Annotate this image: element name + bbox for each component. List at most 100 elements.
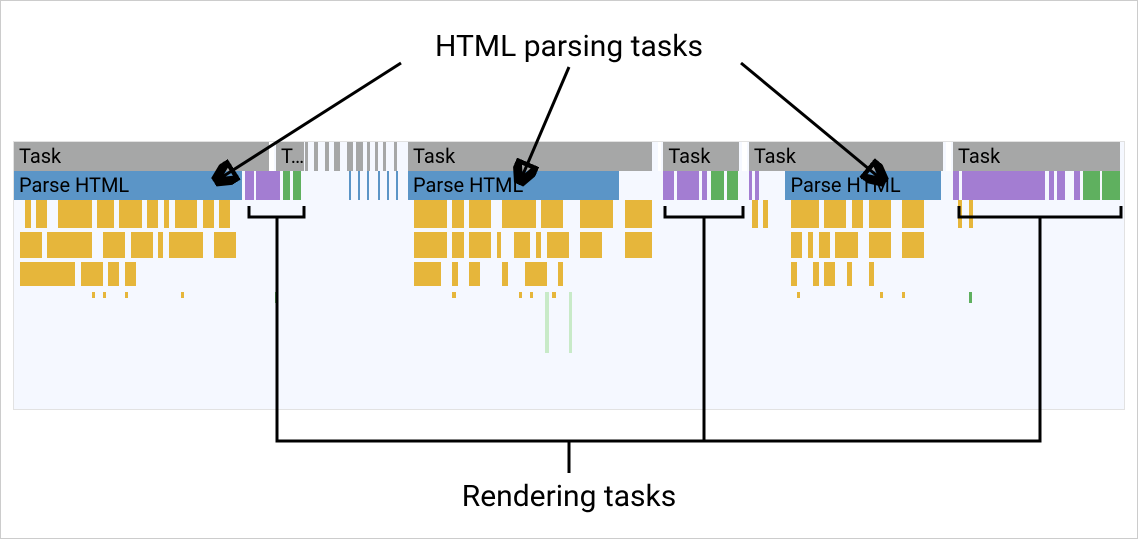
yellow-flame (81, 262, 103, 286)
flame-strip-1 (14, 200, 1124, 228)
task-cell (314, 142, 318, 171)
task-cell: Task (663, 142, 738, 171)
task-cell (375, 142, 378, 171)
yellow-flame (763, 200, 767, 228)
task-cell: Task (953, 142, 1120, 171)
yellow-flame (514, 232, 531, 258)
task-cell (367, 142, 370, 171)
green-cell (293, 171, 302, 200)
yellow-flame (469, 262, 480, 286)
cell-label: Task (754, 144, 796, 168)
yellow-flame (147, 232, 153, 258)
yellow-flame (791, 262, 797, 286)
green-cell (727, 171, 738, 200)
flame-strip-3 (14, 262, 1124, 286)
yellow-flame (469, 232, 491, 258)
purple-cell (702, 171, 706, 200)
task-cell (334, 142, 341, 171)
yellow-flame (158, 232, 162, 258)
yellow-flame (519, 292, 522, 298)
cell-label: Task (958, 144, 1000, 168)
purple-cell (245, 171, 254, 200)
parse-cell (387, 171, 389, 200)
yellow-flame (175, 200, 197, 228)
green-flame (275, 292, 278, 303)
purple-cell (256, 171, 280, 200)
cell-label: Parse HTML (413, 173, 523, 197)
task-row: Task T… Task Task Task Task (14, 142, 1124, 171)
top-label: HTML parsing tasks (435, 29, 703, 64)
purple-cell (1074, 171, 1080, 200)
task-cell (394, 142, 397, 171)
cell-label: Parse HTML (790, 173, 900, 197)
task-cell (305, 142, 308, 171)
task-cell (356, 142, 363, 171)
parse-cell (349, 171, 351, 200)
yellow-flame (169, 232, 202, 258)
green-cell (1083, 171, 1100, 200)
yellow-flame (880, 292, 883, 298)
yellow-flame (969, 200, 973, 228)
parse-cell (378, 171, 380, 200)
task-cell: Task (408, 142, 652, 171)
green-cell (283, 171, 291, 200)
yellow-flame (580, 232, 602, 258)
green-cell (1102, 171, 1120, 200)
yellow-flame (552, 292, 555, 298)
yellow-flame (752, 200, 758, 228)
yellow-flame (103, 292, 106, 298)
yellow-flame (530, 292, 533, 298)
yellow-flame (452, 232, 463, 258)
yellow-flame (824, 200, 846, 228)
yellow-flame (497, 232, 501, 258)
yellow-flame (92, 292, 95, 298)
parse-html-cell: Parse HTML (785, 171, 940, 200)
yellow-flame (869, 232, 891, 258)
yellow-flame (108, 262, 119, 286)
yellow-flame (580, 200, 613, 228)
yellow-flame (824, 262, 835, 286)
purple-cell (953, 171, 959, 200)
yellow-flame (20, 232, 42, 258)
sub-row: Parse HTMLParse HTMLParse HTML (14, 171, 1124, 200)
task-cell: Task (14, 142, 269, 171)
yellow-flame (452, 262, 458, 286)
yellow-flame (541, 200, 563, 228)
cell-label: T… (281, 144, 304, 168)
yellow-flame (902, 232, 924, 258)
t--cell: T… (276, 142, 304, 171)
yellow-flame (181, 292, 184, 298)
yellow-flame (97, 200, 114, 228)
flame-strip-2 (14, 232, 1124, 258)
purple-cell (962, 171, 1045, 200)
yellow-flame (119, 200, 141, 228)
parse-cell (367, 171, 369, 200)
purple-cell (755, 171, 758, 200)
task-cell (325, 142, 329, 171)
yellow-flame (147, 200, 158, 228)
flame-strip-4 (14, 292, 1124, 402)
yellow-flame (47, 232, 91, 258)
yellow-flame (20, 262, 76, 286)
white-cell (658, 142, 661, 171)
bottom-label: Rendering tasks (462, 479, 676, 514)
yellow-flame (797, 292, 800, 298)
cell-label: Task (413, 144, 455, 168)
yellow-flame (103, 232, 125, 258)
yellow-flame (869, 200, 891, 228)
green-cell (711, 171, 724, 200)
yellow-flame (414, 200, 447, 228)
yellow-flame (525, 262, 547, 286)
lgreen-flame (569, 292, 572, 353)
yellow-flame (558, 262, 564, 286)
yellow-flame (36, 200, 47, 228)
task-cell: Task (749, 142, 943, 171)
yellow-flame (819, 232, 830, 258)
cell-label: Task (668, 144, 710, 168)
parse-cell (358, 171, 360, 200)
yellow-flame (852, 200, 863, 228)
purple-cell (677, 171, 699, 200)
purple-cell (1049, 171, 1055, 200)
task-cell (383, 142, 386, 171)
yellow-flame (813, 262, 819, 286)
